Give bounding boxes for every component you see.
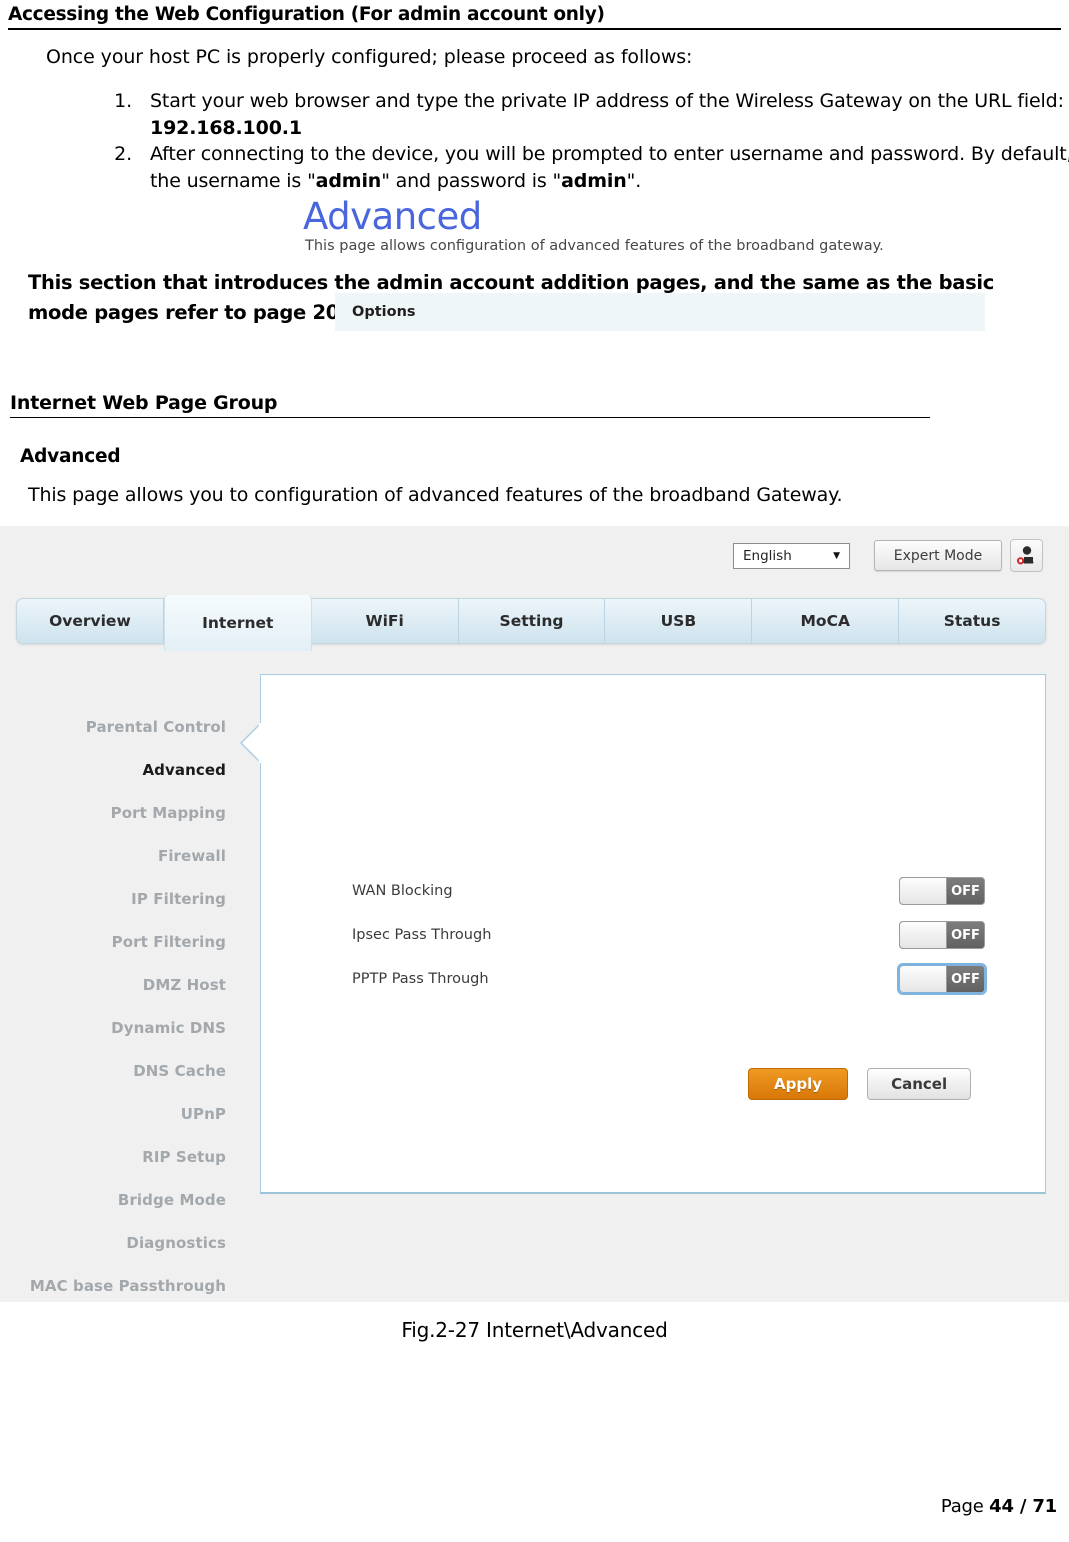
toggle-state-label: OFF — [947, 922, 984, 948]
toggle-knob — [900, 878, 947, 904]
main-tab-bar[interactable]: Overview Internet WiFi Setting USB MoCA … — [16, 595, 1046, 651]
left-nav-sidebar[interactable]: Parental Control Advanced Port Mapping F… — [0, 706, 240, 1302]
sub-heading: Advanced — [20, 446, 121, 467]
apply-button[interactable]: Apply — [748, 1068, 848, 1100]
toggle-pptp-pass-through[interactable]: OFF — [897, 963, 987, 995]
toggle-state-label: OFF — [947, 966, 984, 992]
list-item-bold: 192.168.100.1 — [150, 116, 302, 139]
sidebar-item-upnp[interactable]: UPnP — [0, 1093, 240, 1136]
intro-paragraph: Once your host PC is properly configured… — [46, 46, 693, 68]
toggle-knob — [900, 966, 947, 992]
sidebar-item-advanced[interactable]: Advanced — [0, 749, 240, 792]
option-row-ipsec-pass-through: Ipsec Pass Through OFF — [352, 913, 985, 957]
option-label-ipsec-pass-through: Ipsec Pass Through — [352, 927, 492, 943]
footer-total-pages: 71 — [1032, 1496, 1057, 1517]
option-label-pptp-pass-through: PPTP Pass Through — [352, 971, 489, 987]
language-select[interactable]: English ▼ — [733, 543, 850, 569]
sidebar-item-firewall[interactable]: Firewall — [0, 835, 240, 878]
ui-topbar: English ▼ Expert Mode — [0, 526, 1069, 588]
list-item-text-end: ". — [626, 169, 642, 192]
section-heading-block: Internet Web Page Group — [10, 392, 930, 418]
section-heading: Internet Web Page Group — [10, 392, 278, 414]
tab-moca[interactable]: MoCA — [752, 599, 900, 643]
toggle-state-label: OFF — [947, 878, 984, 904]
sidebar-item-port-filtering[interactable]: Port Filtering — [0, 921, 240, 964]
sidebar-item-diagnostics[interactable]: Diagnostics — [0, 1222, 240, 1265]
panel-action-buttons: Apply Cancel — [748, 1068, 972, 1100]
tab-internet[interactable]: Internet — [163, 595, 312, 651]
figure-caption: Fig.2-27 Internet\Advanced — [401, 1318, 668, 1342]
options-section-label: Options — [352, 304, 416, 320]
list-item: 2. After connecting to the device, you wi… — [114, 141, 1069, 194]
panel-subtitle: This page allows configuration of advanc… — [305, 238, 884, 254]
language-select-value: English — [743, 548, 792, 564]
heading-rule — [8, 28, 1061, 30]
sidebar-item-dynamic-dns[interactable]: Dynamic DNS — [0, 1007, 240, 1050]
toggle-wan-blocking[interactable]: OFF — [899, 877, 985, 905]
sidebar-item-port-mapping[interactable]: Port Mapping — [0, 792, 240, 835]
sidebar-item-parental-control[interactable]: Parental Control — [0, 706, 240, 749]
page-footer: Page 44 / 71 — [941, 1496, 1057, 1517]
active-item-pointer-icon — [240, 722, 262, 764]
list-item-text-mid: " and password is " — [381, 169, 562, 192]
option-label-wan-blocking: WAN Blocking — [352, 883, 453, 899]
tab-setting[interactable]: Setting — [459, 599, 606, 643]
footer-label: Page — [940, 1496, 990, 1517]
sidebar-item-mac-base-passthrough[interactable]: MAC base Passthrough — [0, 1265, 240, 1302]
tab-usb[interactable]: USB — [605, 599, 753, 643]
sidebar-item-bridge-mode[interactable]: Bridge Mode — [0, 1179, 240, 1222]
list-item-bold: admin — [315, 169, 382, 192]
list-item-number: 1. — [114, 90, 132, 112]
options-section-header: Options — [335, 293, 985, 331]
tab-overview[interactable]: Overview — [17, 599, 164, 643]
footer-page-number: 44 — [989, 1496, 1014, 1517]
page-heading-block: Accessing the Web Configuration (For adm… — [8, 4, 1061, 30]
option-row-pptp-pass-through: PPTP Pass Through OFF — [352, 957, 987, 1001]
toggle-knob — [900, 922, 947, 948]
sub-heading-description: This page allows you to configuration of… — [28, 484, 843, 506]
toggle-ipsec-pass-through[interactable]: OFF — [899, 921, 985, 949]
list-item-bold-2: admin — [561, 169, 627, 192]
page-title: Accessing the Web Configuration (For adm… — [8, 4, 605, 25]
option-row-wan-blocking: WAN Blocking OFF — [352, 869, 985, 913]
sidebar-item-dmz-host[interactable]: DMZ Host — [0, 964, 240, 1007]
sidebar-item-rip-setup[interactable]: RIP Setup — [0, 1136, 240, 1179]
steps-list: 1. Start your web browser and type the pr… — [92, 88, 1069, 194]
footer-separator: / — [1013, 1496, 1033, 1517]
chevron-down-icon: ▼ — [833, 551, 840, 561]
tab-wifi[interactable]: WiFi — [312, 599, 459, 643]
user-account-icon — [1011, 544, 1042, 567]
expert-mode-button[interactable]: Expert Mode — [874, 540, 1002, 571]
list-item-text: Start your web browser and type the priv… — [150, 90, 1064, 112]
list-item: 1. Start your web browser and type the pr… — [114, 88, 1069, 141]
section-rule — [10, 417, 930, 418]
cancel-button[interactable]: Cancel — [867, 1068, 972, 1100]
sidebar-item-dns-cache[interactable]: DNS Cache — [0, 1050, 240, 1093]
tab-status[interactable]: Status — [899, 599, 1045, 643]
user-account-button[interactable] — [1010, 539, 1043, 572]
sidebar-item-ip-filtering[interactable]: IP Filtering — [0, 878, 240, 921]
panel-title: Advanced — [303, 195, 482, 238]
list-item-number: 2. — [114, 143, 132, 165]
